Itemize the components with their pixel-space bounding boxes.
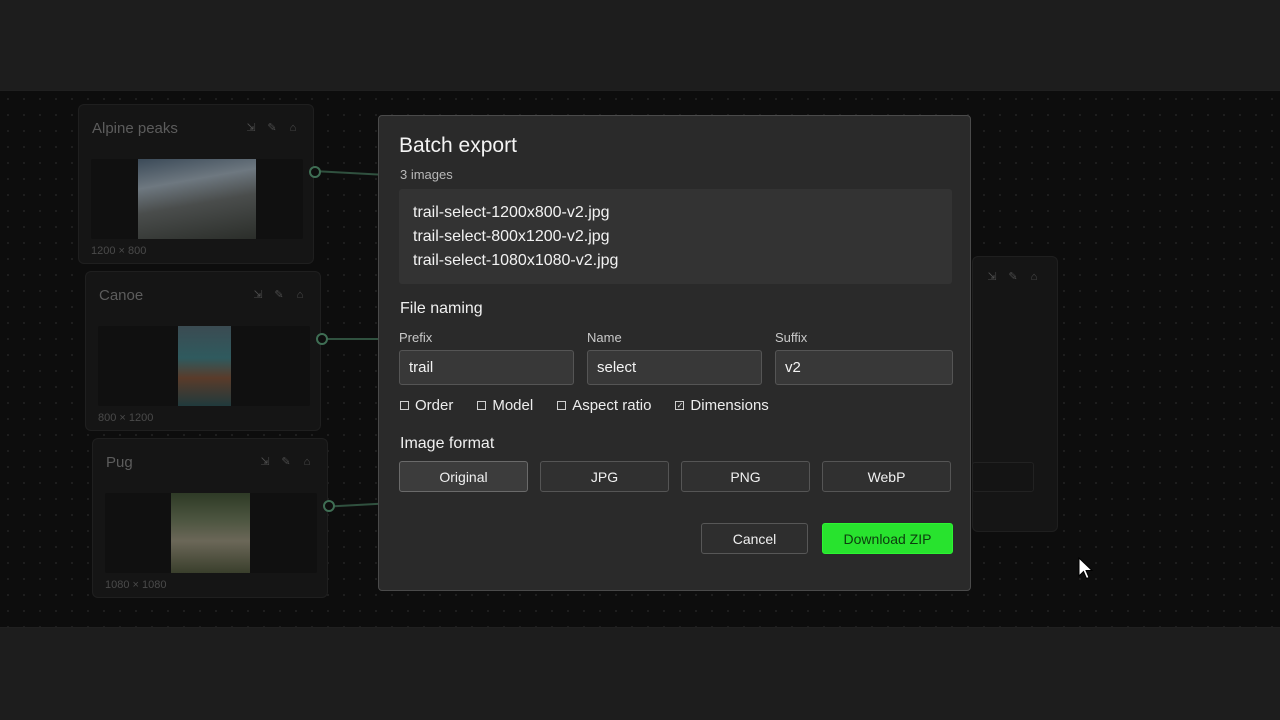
cancel-button[interactable]: Cancel (701, 523, 808, 554)
edit-icon[interactable]: ✎ (273, 289, 285, 301)
download-zip-button[interactable]: Download ZIP (822, 523, 953, 554)
format-png-button[interactable]: PNG (681, 461, 810, 492)
checkbox-label: Model (492, 397, 534, 414)
node-image-frame (105, 493, 317, 573)
lock-icon[interactable]: ⌂ (1028, 271, 1040, 283)
export-node-field[interactable] (972, 462, 1034, 492)
lock-icon[interactable]: ⌂ (287, 122, 299, 134)
dialog-title: Batch export (399, 134, 517, 157)
list-item: trail-select-1080x1080-v2.jpg (413, 252, 619, 269)
checkbox-label: Dimensions (690, 397, 769, 414)
node-dimensions: 1200 × 800 (91, 245, 147, 257)
edit-icon[interactable]: ✎ (1007, 271, 1019, 283)
node-image-frame (98, 326, 310, 406)
connection-wire (327, 338, 380, 340)
suffix-field: Suffix (775, 330, 953, 385)
collapse-icon[interactable]: ⇲ (245, 122, 257, 134)
bottom-bar (0, 628, 1280, 720)
list-item: trail-select-800x1200-v2.jpg (413, 228, 610, 245)
edit-icon[interactable]: ✎ (266, 122, 278, 134)
prefix-input[interactable] (399, 350, 574, 385)
name-label: Name (587, 330, 622, 345)
node-image-thumbnail (178, 326, 231, 406)
node-title: Canoe (99, 287, 144, 304)
output-port[interactable] (323, 500, 335, 512)
format-selector: Original JPG PNG WebP (399, 461, 951, 492)
file-naming-heading: File naming (400, 300, 483, 317)
image-node-alpine-peaks[interactable]: Alpine peaks ⇲ ✎ ⌂ 1200 × 800 (78, 104, 314, 264)
node-dimensions: 1080 × 1080 (105, 579, 167, 591)
mouse-cursor-icon (1078, 557, 1094, 580)
image-node-canoe[interactable]: Canoe ⇲ ✎ ⌂ 800 × 1200 (85, 271, 321, 431)
file-list: trail-select-1200x800-v2.jpg trail-selec… (399, 189, 952, 284)
naming-options: Order Model Aspect ratio ✓ Dimensions (400, 397, 793, 414)
node-image-frame (91, 159, 303, 239)
checkbox-icon[interactable] (400, 401, 409, 410)
collapse-icon[interactable]: ⇲ (252, 289, 264, 301)
image-count: 3 images (400, 167, 453, 182)
name-input[interactable] (587, 350, 762, 385)
node-title: Pug (106, 454, 133, 471)
edit-icon[interactable]: ✎ (280, 456, 292, 468)
lock-icon[interactable]: ⌂ (294, 289, 306, 301)
aspect-ratio-checkbox[interactable]: Aspect ratio (557, 397, 651, 414)
lock-icon[interactable]: ⌂ (301, 456, 313, 468)
order-checkbox[interactable]: Order (400, 397, 453, 414)
checkbox-icon[interactable] (557, 401, 567, 410)
checkbox-label: Order (415, 397, 454, 414)
output-port[interactable] (316, 333, 328, 345)
node-image-thumbnail (138, 159, 256, 239)
format-original-button[interactable]: Original (399, 461, 528, 492)
collapse-icon[interactable]: ⇲ (986, 271, 998, 283)
checkbox-icon[interactable] (477, 401, 487, 410)
suffix-input[interactable] (775, 350, 953, 385)
node-dimensions: 800 × 1200 (98, 412, 154, 424)
image-format-heading: Image format (400, 435, 495, 452)
dimensions-checkbox[interactable]: ✓ Dimensions (675, 397, 769, 414)
checkmark-icon[interactable]: ✓ (675, 401, 685, 410)
output-port[interactable] (309, 166, 321, 178)
node-image-thumbnail (171, 493, 250, 573)
name-field: Name (587, 330, 762, 385)
image-node-pug[interactable]: Pug ⇲ ✎ ⌂ 1080 × 1080 (92, 438, 328, 598)
node-title: Alpine peaks (92, 120, 178, 137)
format-jpg-button[interactable]: JPG (540, 461, 669, 492)
batch-export-dialog: Batch export 3 images trail-select-1200x… (378, 115, 971, 591)
suffix-label: Suffix (775, 330, 808, 345)
prefix-field: Prefix (399, 330, 574, 385)
prefix-label: Prefix (399, 330, 433, 345)
list-item: trail-select-1200x800-v2.jpg (413, 204, 610, 221)
top-bar (0, 0, 1280, 90)
format-webp-button[interactable]: WebP (822, 461, 951, 492)
collapse-icon[interactable]: ⇲ (259, 456, 271, 468)
model-checkbox[interactable]: Model (477, 397, 533, 414)
checkbox-label: Aspect ratio (572, 397, 652, 414)
